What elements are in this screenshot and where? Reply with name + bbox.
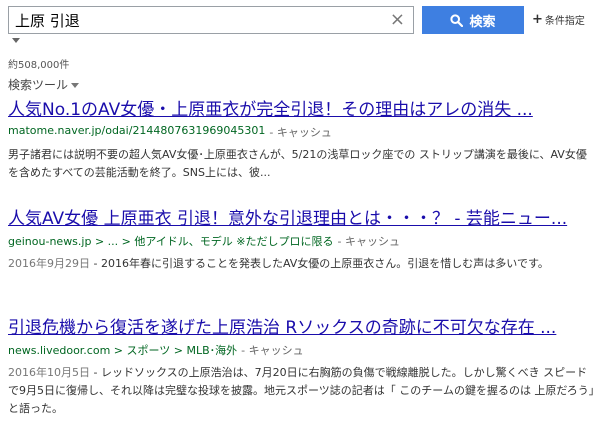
search-result: 引退危機から復活を遂げた上原浩治 Rソックスの奇跡に不可欠な存在 ... new… — [8, 318, 596, 418]
search-button[interactable]: 検索 — [422, 6, 524, 34]
result-cache-link[interactable]: - キャッシュ — [338, 233, 400, 249]
result-title-link[interactable]: 人気AV女優 上原亜衣 引退！意外な引退理由とは・・・？ - 芸能ニュー... — [8, 209, 596, 229]
result-url-text: news.livedoor.com > スポーツ > MLB･海外 — [8, 344, 238, 357]
result-count: 約508,000件 — [8, 60, 70, 71]
search-tools-menu[interactable]: 検索ツール — [8, 76, 80, 93]
result-snippet: 2016年10月5日 - レッドソックスの上原浩治は、7月20日に右胸筋の負傷で… — [8, 364, 596, 418]
result-date: 2016年10月5日 — [8, 366, 90, 379]
search-bar[interactable]: × — [8, 6, 414, 34]
search-input[interactable] — [15, 10, 385, 30]
search-result: 人気AV女優 上原亜衣 引退！意外な引退理由とは・・・？ - 芸能ニュー... … — [8, 209, 596, 273]
search-result: 人気No.1のAV女優・上原亜衣が完全引退！その理由はアレの消失 ... mat… — [8, 100, 596, 182]
result-snippet: 男子諸君には説明不要の超人気AV女優･上原亜衣さんが、5/21の浅草ロック座での… — [8, 146, 596, 182]
chevron-down-icon — [71, 83, 80, 88]
suggest-dropdown-icon[interactable] — [12, 38, 20, 43]
clear-icon[interactable]: × — [390, 10, 405, 30]
search-icon — [450, 13, 464, 27]
search-conditions-label: 条件指定 — [544, 16, 585, 27]
result-date: 2016年9月29日 — [8, 257, 90, 270]
search-conditions-link[interactable]: + 条件指定 — [532, 11, 585, 28]
result-cache-link[interactable]: - キャッシュ — [241, 342, 303, 358]
result-cache-link[interactable]: - キャッシュ — [269, 124, 331, 140]
result-url-text: geinou-news.jp > ... > 他アイドル、モデル ※ただしプロに… — [8, 235, 334, 248]
search-tools-label: 検索ツール — [8, 78, 69, 92]
result-url: matome.naver.jp/odai/2144807631969045301… — [8, 124, 596, 140]
plus-icon: + — [532, 11, 543, 27]
result-title-link[interactable]: 人気No.1のAV女優・上原亜衣が完全引退！その理由はアレの消失 ... — [8, 100, 596, 120]
result-title-link[interactable]: 引退危機から復活を遂げた上原浩治 Rソックスの奇跡に不可欠な存在 ... — [8, 318, 596, 338]
result-snippet-text: 男子諸君には説明不要の超人気AV女優･上原亜衣さんが、5/21の浅草ロック座での… — [8, 148, 587, 179]
result-url-text: matome.naver.jp/odai/2144807631969045301 — [8, 124, 266, 137]
result-url: geinou-news.jp > ... > 他アイドル、モデル ※ただしプロに… — [8, 233, 596, 249]
search-button-label: 検索 — [469, 14, 496, 30]
result-snippet-text: - 2016年春に引退することを発表したAV女優の上原亜衣さん。引退を惜しむ声は… — [90, 257, 549, 270]
result-snippet-text: - レッドソックスの上原浩治は、7月20日に右胸筋の負傷で戦線離脱した。しかし驚… — [8, 366, 595, 415]
result-snippet: 2016年9月29日 - 2016年春に引退することを発表したAV女優の上原亜衣… — [8, 255, 596, 273]
result-url: news.livedoor.com > スポーツ > MLB･海外 - キャッシ… — [8, 342, 596, 358]
